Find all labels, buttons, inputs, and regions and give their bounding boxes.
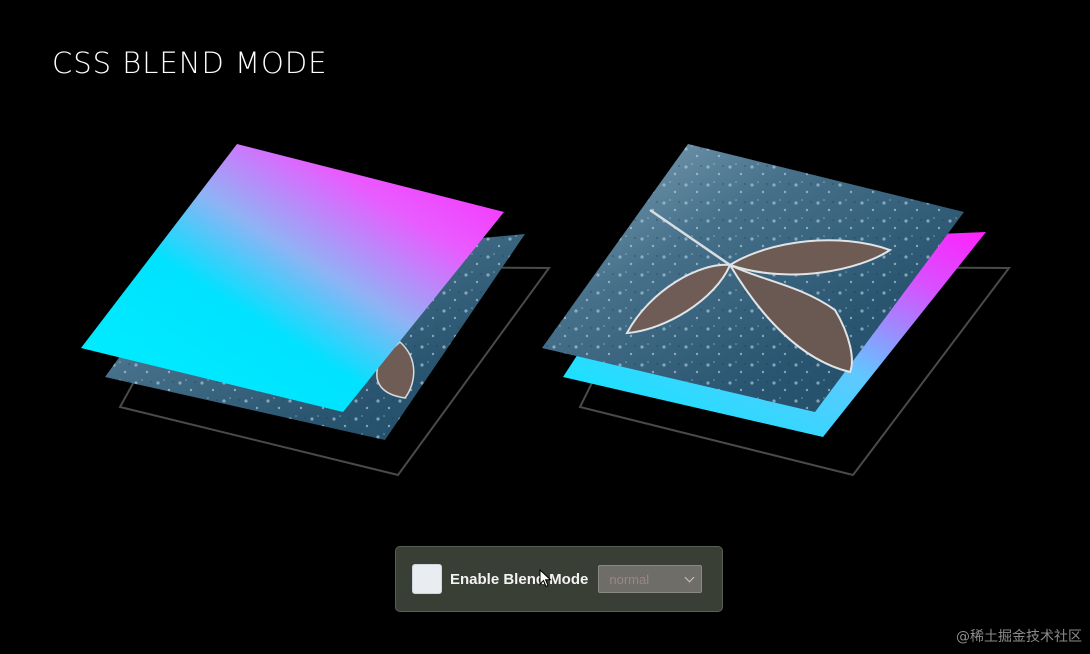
left-layer-stack <box>81 144 551 477</box>
canvas: CSS BLEND MODE Enable Blend Mode normal … <box>0 0 1090 654</box>
watermark: @稀土掘金技术社区 <box>956 629 1082 645</box>
chevron-down-icon <box>684 572 695 582</box>
right-layer-stack <box>542 144 1011 477</box>
mouse-cursor-icon <box>539 569 552 588</box>
blend-mode-selected-value: normal <box>609 571 650 587</box>
enable-blend-mode-label: Enable Blend Mode <box>450 570 589 588</box>
blend-mode-control-panel: Enable Blend Mode normal <box>395 546 723 612</box>
blend-mode-select[interactable]: normal <box>598 565 703 593</box>
enable-blend-mode-checkbox[interactable] <box>412 564 442 594</box>
